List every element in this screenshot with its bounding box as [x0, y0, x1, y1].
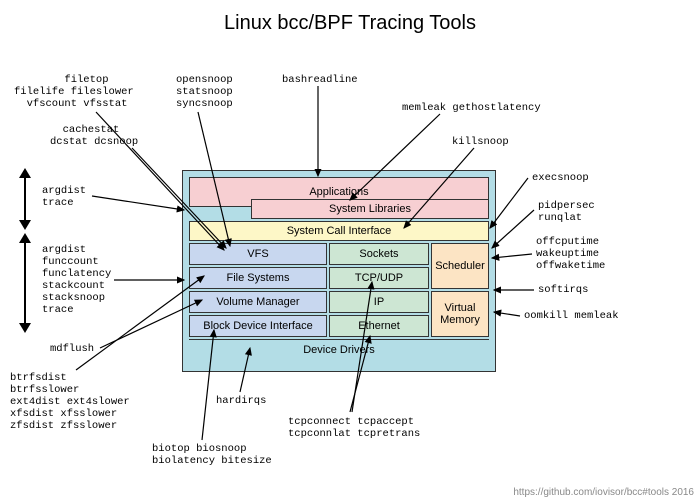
- label-offcpu: offcputime wakeuptime offwaketime: [536, 236, 605, 272]
- label-cachestat: cachestat dcstat dcsnoop: [50, 124, 138, 148]
- label-memleak: memleak gethostlatency: [402, 102, 541, 114]
- layer-virtual-memory: Virtual Memory: [431, 291, 489, 337]
- layer-filesystems: File Systems: [189, 267, 327, 289]
- kernel-stack-diagram: Applications System Libraries System Cal…: [182, 170, 496, 372]
- label-tcp: tcpconnect tcpaccept tcpconnlat tcpretra…: [288, 416, 420, 440]
- layer-ip: IP: [329, 291, 429, 313]
- layer-scheduler: Scheduler: [431, 243, 489, 289]
- layer-vfs: VFS: [189, 243, 327, 265]
- label-mdflush: mdflush: [50, 343, 94, 355]
- layer-block-device: Block Device Interface: [189, 315, 327, 337]
- label-oomkill: oomkill memleak: [524, 310, 619, 322]
- layer-device-drivers: Device Drivers: [189, 339, 489, 359]
- layer-syscall-interface: System Call Interface: [189, 221, 489, 241]
- layer-volume-manager: Volume Manager: [189, 291, 327, 313]
- label-filetop: filetop filelife fileslower vfscount vfs…: [14, 74, 134, 110]
- label-argdist1: argdist trace: [42, 185, 86, 209]
- layer-sockets: Sockets: [329, 243, 429, 265]
- label-opensnoop: opensnoop statsnoop syncsnoop: [176, 74, 233, 110]
- page-title: Linux bcc/BPF Tracing Tools: [0, 12, 700, 35]
- label-biotop: biotop biosnoop biolatency bitesize: [152, 443, 272, 467]
- label-softirqs: softirqs: [538, 284, 588, 296]
- layer-ethernet: Ethernet: [329, 315, 429, 337]
- label-execsnoop: execsnoop: [532, 172, 589, 184]
- footer-link: https://github.com/iovisor/bcc#tools 201…: [513, 487, 694, 498]
- label-argdist2: argdist funccount funclatency stackcount…: [42, 244, 111, 316]
- label-bashreadline: bashreadline: [282, 74, 358, 86]
- label-killsnoop: killsnoop: [452, 136, 509, 148]
- label-hardirqs: hardirqs: [216, 395, 266, 407]
- label-pidpersec: pidpersec runqlat: [538, 200, 595, 224]
- layer-tcpudp: TCP/UDP: [329, 267, 429, 289]
- layer-system-libraries: System Libraries: [251, 199, 489, 219]
- label-btrfs: btrfsdist btrfsslower ext4dist ext4slowe…: [10, 372, 130, 432]
